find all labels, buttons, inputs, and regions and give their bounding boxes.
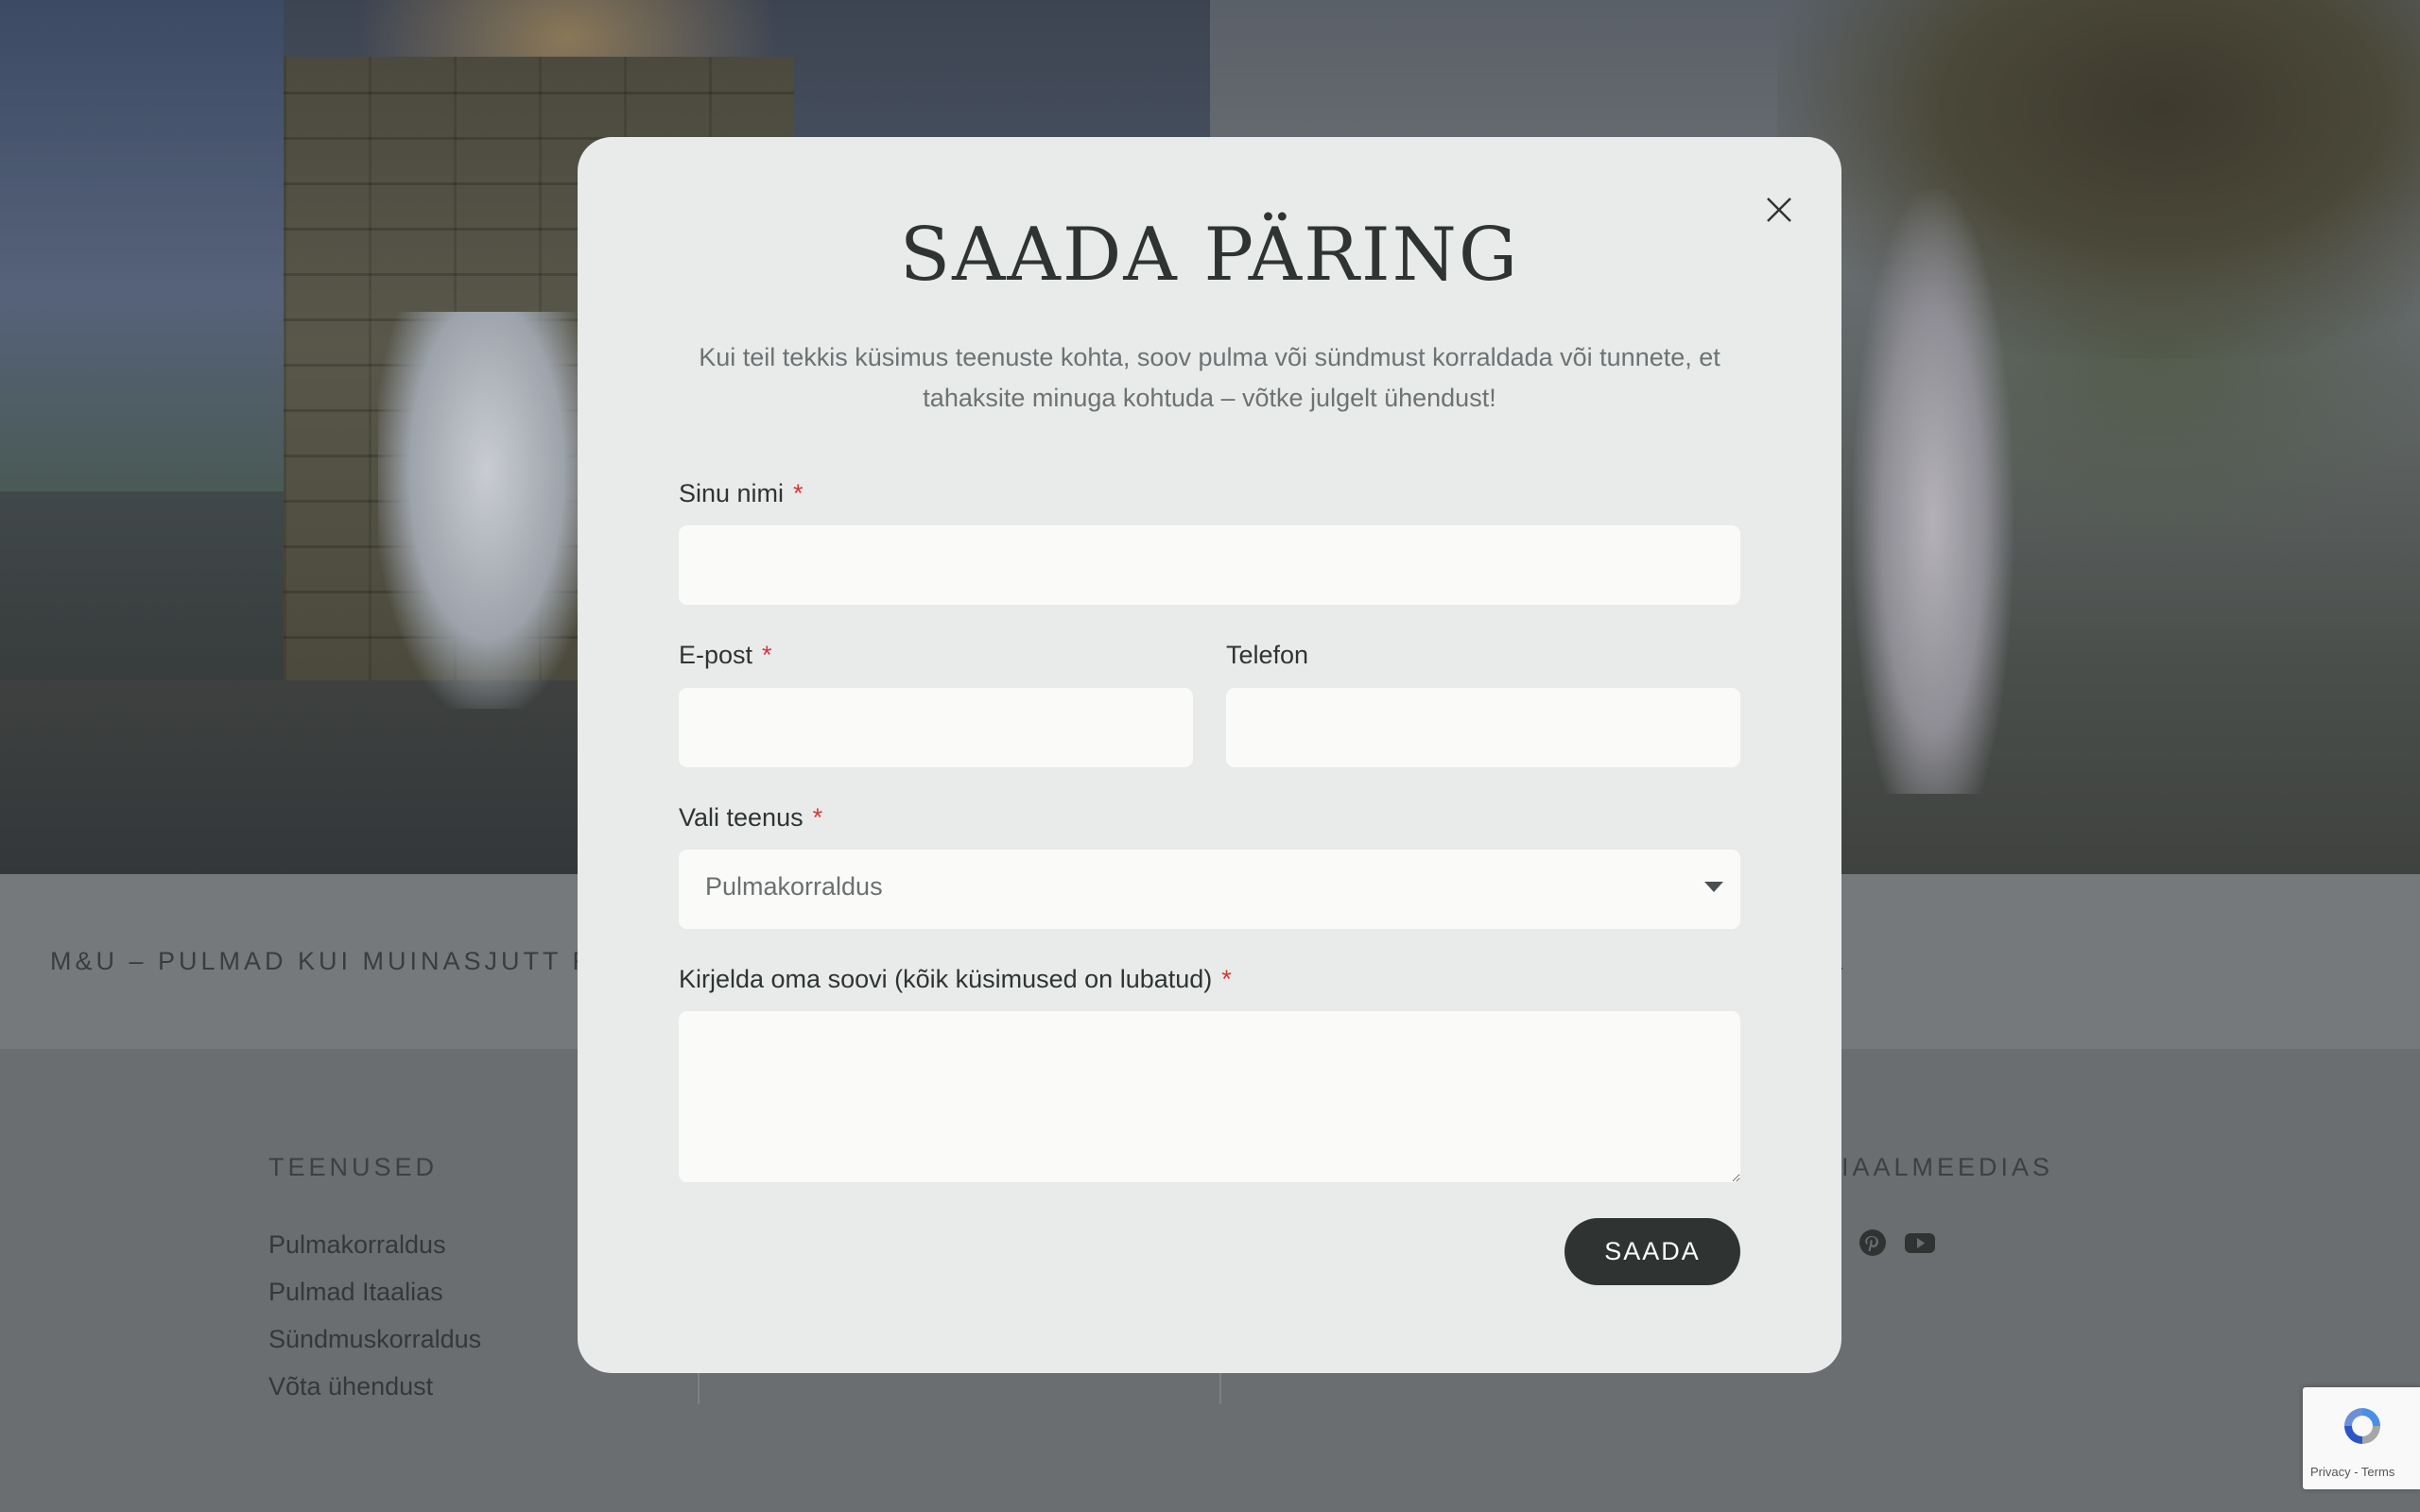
email-input[interactable] [679,688,1193,767]
site-tagline: M&U – PULMAD KUI MUINASJUTT FIR [50,947,626,975]
footer-services-heading: TEENUSED [268,1153,439,1181]
service-select-value: Pulmakorraldus [705,872,883,901]
submit-button[interactable]: SAADA [1564,1218,1740,1285]
inquiry-modal: SAADA PÄRING Kui teil tekkis küsimus tee… [578,137,1841,1373]
service-label: Vali teenus * [679,803,822,833]
message-label-text: Kirjelda oma soovi (kõik küsimused on lu… [679,965,1213,993]
youtube-icon[interactable] [1904,1228,1935,1257]
email-label-text: E-post [679,641,753,669]
name-label-text: Sinu nimi [679,479,785,507]
footer-link-pulmad-itaalias[interactable]: Pulmad Itaalias [268,1278,443,1307]
email-label: E-post * [679,641,772,670]
pinterest-icon[interactable] [1858,1228,1887,1257]
phone-label: Telefon [1226,641,1308,670]
message-textarea[interactable] [679,1011,1740,1182]
caret-down-icon [1704,882,1723,892]
message-label: Kirjelda oma soovi (kõik küsimused on lu… [679,965,1232,994]
footer-link-sundmuskorraldus[interactable]: Sündmuskorraldus [268,1325,481,1354]
modal-intro-text: Kui teil tekkis küsimus teenuste kohta, … [699,343,1720,412]
recaptcha-terms[interactable]: Privacy - Terms [2310,1465,2394,1479]
phone-input[interactable] [1226,688,1740,767]
required-marker: * [793,479,804,507]
phone-label-text: Telefon [1226,641,1309,669]
footer-social-heading: IAALMEEDIAS [1841,1153,2054,1181]
service-label-text: Vali teenus [679,803,804,832]
required-marker: * [762,641,772,669]
recaptcha-icon [2341,1404,2384,1452]
footer-link-pulmakorraldus[interactable]: Pulmakorraldus [268,1230,446,1260]
service-select[interactable]: Pulmakorraldus [679,850,1740,929]
required-marker: * [1221,965,1232,993]
required-marker: * [812,803,823,832]
recaptcha-badge[interactable]: Privacy - Terms [2303,1387,2420,1489]
name-input[interactable] [679,525,1740,605]
footer-link-vota-uhendust[interactable]: Võta ühendust [268,1372,433,1401]
name-label: Sinu nimi * [679,479,804,508]
modal-title: SAADA PÄRING [899,213,1520,298]
